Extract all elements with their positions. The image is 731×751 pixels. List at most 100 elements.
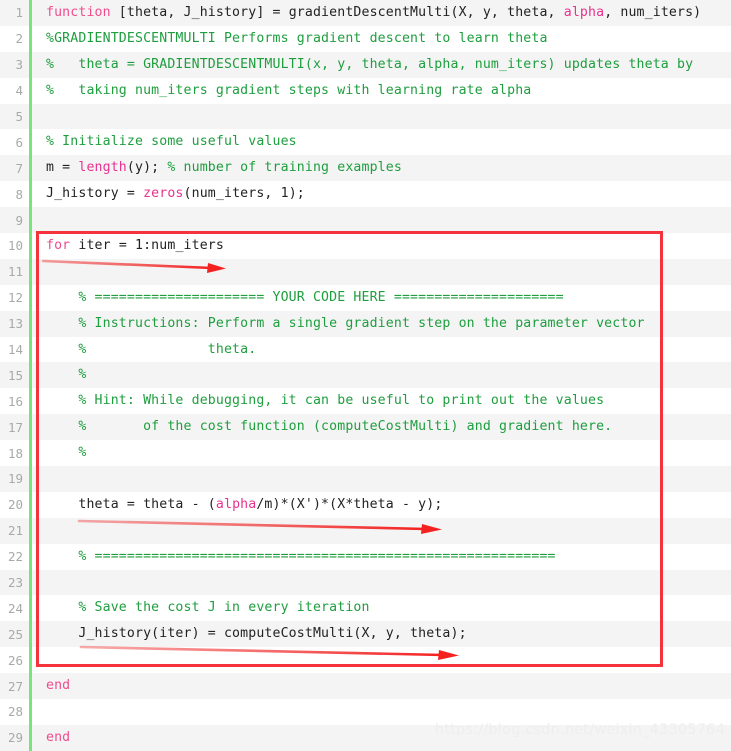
code-line-text[interactable]: function [theta, J_history] = gradientDe… bbox=[32, 0, 731, 26]
watermark-url: https://blog.csdn.net/weixin_43305764 bbox=[434, 722, 725, 738]
code-line-text[interactable]: % Instructions: Perform a single gradien… bbox=[32, 311, 731, 337]
line-number: 16 bbox=[7, 393, 23, 409]
code-line-text[interactable]: % taking num_iters gradient steps with l… bbox=[32, 78, 731, 104]
gutter-change-marker bbox=[29, 569, 32, 596]
line-number: 8 bbox=[15, 186, 23, 202]
code-line-row[interactable]: 13 % Instructions: Perform a single grad… bbox=[0, 310, 731, 337]
code-token: zeros bbox=[143, 186, 184, 202]
code-line-text[interactable]: J_history = zeros(num_iters, 1); bbox=[32, 181, 731, 207]
code-token: (num_iters, 1); bbox=[183, 186, 305, 202]
code-line-row[interactable]: 19 bbox=[0, 466, 731, 492]
line-number: 20 bbox=[7, 497, 23, 513]
code-line-row[interactable]: 4 % taking num_iters gradient steps with … bbox=[0, 77, 731, 104]
code-token: (y); bbox=[126, 160, 168, 176]
line-number: 9 bbox=[15, 212, 23, 228]
code-line-text[interactable]: for iter = 1:num_iters bbox=[32, 233, 731, 259]
code-line-text[interactable]: % bbox=[32, 440, 731, 466]
code-line-text[interactable]: % bbox=[32, 362, 731, 388]
code-line-text[interactable]: m = length(y); % number of training exam… bbox=[32, 155, 731, 181]
code-line-row[interactable]: 27 end bbox=[0, 673, 731, 700]
gutter-change-marker bbox=[29, 207, 32, 234]
code-line-row[interactable]: 7 m = length(y); % number of training exa… bbox=[0, 155, 731, 182]
code-token: % Initialize some useful values bbox=[46, 134, 297, 150]
code-line-row[interactable]: 9 bbox=[0, 207, 731, 234]
code-token: % Save the cost J in every iteration bbox=[46, 600, 370, 616]
code-line-row[interactable]: 17 % of the cost function (computeCostMu… bbox=[0, 414, 731, 441]
line-number: 6 bbox=[15, 134, 23, 150]
line-number: 5 bbox=[15, 109, 23, 124]
code-editor[interactable]: 1 function [theta, J_history] = gradientD… bbox=[0, 0, 731, 751]
line-number: 1 bbox=[15, 5, 23, 21]
code-line-row[interactable]: 1 function [theta, J_history] = gradientD… bbox=[0, 0, 731, 26]
line-number: 22 bbox=[7, 549, 23, 565]
line-number: 10 bbox=[7, 238, 23, 254]
code-line-text[interactable]: % of the cost function (computeCostMulti… bbox=[32, 414, 731, 440]
code-line-text[interactable]: %GRADIENTDESCENTMULTI Performs gradient … bbox=[32, 26, 731, 52]
code-token: theta = theta - ( bbox=[46, 496, 216, 512]
code-line-text[interactable]: J_history(iter) = computeCostMulti(X, y,… bbox=[32, 621, 731, 647]
line-number: 11 bbox=[7, 264, 23, 280]
line-number: 18 bbox=[7, 445, 23, 461]
line-number: 19 bbox=[7, 471, 23, 487]
line-number: 26 bbox=[7, 652, 23, 668]
code-token: function bbox=[46, 5, 111, 20]
code-token: %GRADIENTDESCENTMULTI Performs gradient … bbox=[46, 30, 548, 46]
code-line-text[interactable]: % Initialize some useful values bbox=[32, 129, 731, 155]
code-line-text[interactable]: theta = theta - (alpha/m)*(X')*(X*theta … bbox=[32, 492, 731, 518]
line-number: 3 bbox=[15, 57, 23, 73]
code-token: % ===================== YOUR CODE HERE =… bbox=[46, 289, 564, 305]
code-line-row[interactable]: 8 J_history = zeros(num_iters, 1); bbox=[0, 181, 731, 208]
code-line-text[interactable]: end bbox=[32, 673, 731, 699]
code-token: , num_iters) bbox=[604, 5, 702, 20]
line-number: 28 bbox=[7, 704, 23, 720]
code-line-row[interactable]: 11 bbox=[0, 258, 731, 285]
code-line-row[interactable]: 26 bbox=[0, 647, 731, 674]
code-line-row[interactable]: 20 theta = theta - (alpha/m)*(X')*(X*the… bbox=[0, 491, 731, 518]
code-line-text[interactable]: % ===================== YOUR CODE HERE =… bbox=[32, 285, 731, 311]
code-line-row[interactable]: 2 %GRADIENTDESCENTMULTI Performs gradient… bbox=[0, 25, 731, 52]
code-line-row[interactable]: 23 bbox=[0, 569, 731, 596]
code-token: % number of training examples bbox=[167, 160, 402, 176]
code-line-row[interactable]: 3 % theta = GRADIENTDESCENTMULTI(x, y, th… bbox=[0, 51, 731, 78]
code-line-row[interactable]: 16 % Hint: While debugging, it can be us… bbox=[0, 388, 731, 415]
code-token: % ======================================… bbox=[46, 548, 556, 564]
code-token: length bbox=[78, 160, 127, 176]
code-line-row[interactable]: 6 % Initialize some useful values bbox=[0, 129, 731, 156]
code-line-row[interactable]: 22 % ===================================… bbox=[0, 543, 731, 570]
code-line-text[interactable]: % Hint: While debugging, it can be usefu… bbox=[32, 388, 731, 414]
code-token: % Instructions: Perform a single gradien… bbox=[46, 315, 645, 331]
line-number: 7 bbox=[15, 160, 23, 176]
code-line-row[interactable]: 21 bbox=[0, 517, 731, 544]
code-token: for bbox=[46, 238, 71, 254]
code-line-row[interactable]: 12 % ===================== YOUR CODE HER… bbox=[0, 284, 731, 311]
line-number: 17 bbox=[7, 419, 23, 435]
code-line-text[interactable]: % theta = GRADIENTDESCENTMULTI(x, y, the… bbox=[32, 52, 731, 78]
code-line-row[interactable]: 15 % bbox=[0, 362, 731, 389]
code-token: % theta. bbox=[46, 341, 257, 357]
code-token: end bbox=[46, 729, 71, 745]
code-token: % taking num_iters gradient steps with l… bbox=[46, 82, 532, 98]
code-lines-container[interactable]: 1 function [theta, J_history] = gradientD… bbox=[0, 0, 731, 751]
code-line-row[interactable]: 10 for iter = 1:num_iters bbox=[0, 233, 731, 259]
code-line-row[interactable]: 18 % bbox=[0, 440, 731, 467]
code-line-text[interactable]: % Save the cost J in every iteration bbox=[32, 595, 731, 621]
gutter-change-marker bbox=[29, 466, 32, 492]
gutter-change-marker bbox=[29, 517, 32, 544]
code-token: J_history(iter) = computeCostMulti(X, y,… bbox=[46, 626, 467, 642]
line-number: 25 bbox=[7, 626, 23, 642]
line-number: 21 bbox=[7, 523, 23, 539]
gutter-change-marker bbox=[29, 699, 32, 725]
line-number: 27 bbox=[7, 678, 23, 694]
line-number: 13 bbox=[7, 316, 23, 332]
code-line-text[interactable]: % theta. bbox=[32, 337, 731, 363]
code-line-row[interactable]: 5 bbox=[0, 103, 731, 130]
code-token: alpha bbox=[215, 496, 257, 512]
line-number: 24 bbox=[7, 600, 23, 616]
code-token: J_history = bbox=[46, 186, 144, 202]
code-line-text[interactable]: % ======================================… bbox=[32, 544, 731, 570]
code-line-row[interactable]: 24 % Save the cost J in every iteration bbox=[0, 595, 731, 622]
code-token: % of the cost function (computeCostMulti… bbox=[46, 419, 613, 435]
code-line-row[interactable]: 25 J_history(iter) = computeCostMulti(X,… bbox=[0, 621, 731, 648]
code-token: alpha bbox=[563, 5, 605, 20]
code-line-row[interactable]: 14 % theta. bbox=[0, 336, 731, 363]
